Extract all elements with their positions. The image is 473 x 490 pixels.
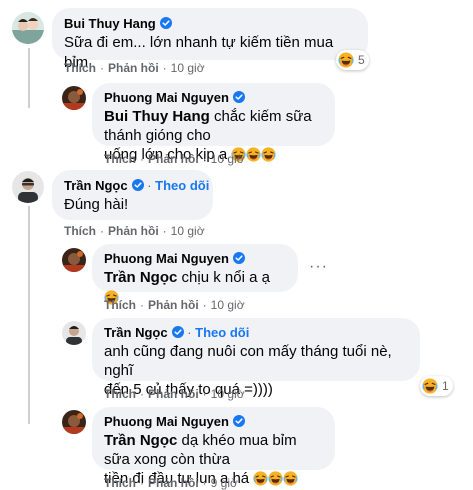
like-button[interactable]: Thích [104, 476, 136, 490]
comment-bubble: Bui Thuy Hang Sữa đi em... lớn nhanh tự … [52, 8, 368, 71]
timestamp[interactable]: 10 giờ [211, 152, 245, 166]
comment-actions: Thích · Phản hồi · 10 giờ [104, 152, 245, 166]
author-name[interactable]: Trần Ngọc [104, 325, 168, 340]
reply-button[interactable]: Phản hồi [148, 152, 199, 166]
comment-author[interactable]: Phuong Mai Nguyen [104, 414, 323, 430]
reply-button[interactable]: Phản hồi [148, 298, 199, 312]
like-button[interactable]: Thích [64, 224, 96, 238]
reaction-count: 1 [442, 379, 449, 393]
comment-bubble: Trần Ngọc · Theo dõi anh cũng đang nuôi … [92, 318, 420, 398]
reply-button[interactable]: Phản hồi [148, 387, 199, 401]
laughing-face-icon [422, 378, 438, 394]
comment-actions: Thích · Phản hồi · 10 giờ [104, 387, 245, 401]
mention-link[interactable]: Bui Thuy Hang [104, 108, 210, 125]
timestamp[interactable]: 9 giờ [211, 476, 238, 490]
laughing-face-icon [338, 52, 354, 68]
author-name[interactable]: Phuong Mai Nguyen [104, 414, 229, 429]
reply-button[interactable]: Phản hồi [108, 61, 159, 75]
author-name[interactable]: Phuong Mai Nguyen [104, 90, 229, 105]
comment-author[interactable]: Trần Ngọc · Theo dõi [104, 325, 408, 341]
mention-link[interactable]: Trần Ngọc [104, 432, 177, 449]
verified-icon [232, 252, 245, 264]
avatar[interactable] [62, 248, 86, 272]
avatar[interactable] [12, 12, 44, 44]
reply-button[interactable]: Phản hồi [108, 224, 159, 238]
comment-bubble: Phuong Mai Nguyen Bui Thuy Hang chắc kiế… [92, 83, 335, 163]
timestamp[interactable]: 10 giờ [211, 298, 245, 312]
avatar[interactable] [62, 86, 86, 110]
avatar[interactable] [12, 171, 44, 203]
avatar[interactable] [62, 410, 86, 434]
comment-author[interactable]: Phuong Mai Nguyen [104, 90, 323, 106]
comment-bubble: Phuong Mai Nguyen Trần Ngọc chịu k nổi a… [92, 244, 298, 292]
like-button[interactable]: Thích [104, 298, 136, 312]
author-name[interactable]: Phuong Mai Nguyen [104, 251, 229, 266]
follow-button[interactable]: Theo dõi [195, 325, 249, 340]
reaction-summary[interactable]: 1 [420, 376, 453, 396]
verified-icon [232, 415, 245, 427]
author-name[interactable]: Trần Ngọc [64, 178, 128, 193]
comment-actions: Thích · Phản hồi · 10 giờ [104, 298, 245, 312]
verified-icon [131, 179, 144, 191]
like-button[interactable]: Thích [104, 152, 136, 166]
follow-button[interactable]: Theo dõi [155, 178, 209, 193]
comment-bubble: Phuong Mai Nguyen Trần Ngọc dạ khéo mua … [92, 407, 335, 487]
reply-button[interactable]: Phản hồi [148, 476, 199, 490]
comment-actions: Thích · Phản hồi · 10 giờ [64, 224, 205, 238]
comment-author[interactable]: Trần Ngọc · Theo dõi [64, 178, 209, 194]
laughing-face-icon [253, 470, 298, 487]
comment-bubble: Trần Ngọc · Theo dõi Đúng hài! [52, 170, 213, 220]
thread-line [28, 206, 30, 424]
verified-icon [232, 91, 245, 103]
author-name[interactable]: Bui Thuy Hang [64, 16, 156, 31]
comment-author[interactable]: Phuong Mai Nguyen [104, 251, 286, 267]
timestamp[interactable]: 10 giờ [171, 224, 205, 238]
mention-link[interactable]: Trần Ngọc [104, 269, 177, 286]
like-button[interactable]: Thích [64, 61, 96, 75]
comment-actions: Thích · Phản hồi · 10 giờ [64, 61, 205, 75]
thread-line [28, 48, 30, 108]
verified-icon [171, 326, 184, 338]
comment-author[interactable]: Bui Thuy Hang [64, 16, 356, 32]
like-button[interactable]: Thích [104, 387, 136, 401]
timestamp[interactable]: 10 giờ [171, 61, 205, 75]
timestamp[interactable]: 10 giờ [211, 387, 245, 401]
reaction-count: 5 [358, 53, 365, 67]
comment-actions: Thích · Phản hồi · 9 giờ [104, 476, 238, 490]
more-options-icon[interactable]: ··· [309, 258, 328, 276]
verified-icon [159, 17, 172, 29]
reaction-summary[interactable]: 5 [336, 50, 369, 70]
avatar[interactable] [62, 321, 86, 345]
comment-text: Đúng hài! [64, 196, 129, 213]
